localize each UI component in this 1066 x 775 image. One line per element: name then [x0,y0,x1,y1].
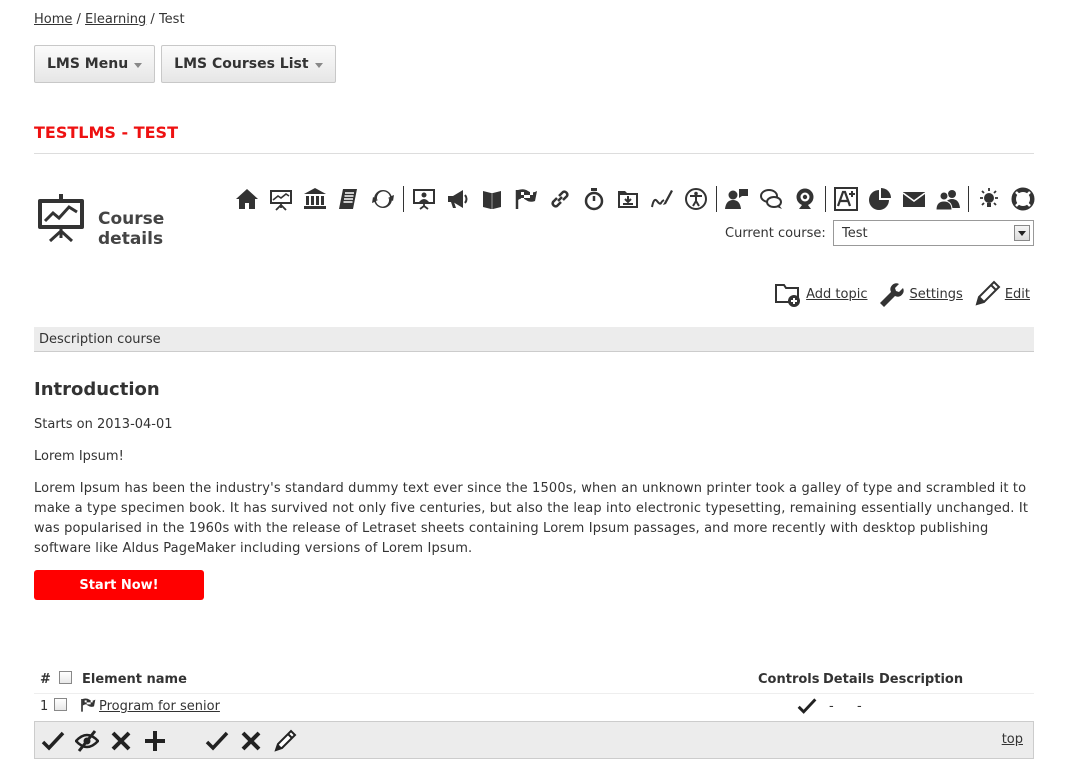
toolbar-separator [968,186,969,212]
chat-bubbles-icon[interactable] [754,184,788,214]
hide-eye-icon[interactable] [74,729,100,753]
row-details: - [829,699,834,714]
row-description: - [857,699,862,714]
title-divider [34,153,1034,154]
presentation-board-icon [36,194,86,243]
intro-description: Lorem Ipsum has been the industry's stan… [34,481,1029,556]
description-course-tab[interactable]: Description course [34,327,1034,352]
settings-action[interactable]: Settings [877,280,966,308]
lms-menu-label: LMS Menu [47,56,129,72]
add-topic-link[interactable]: Add topic [806,287,867,302]
table-header: # Element name Controls Details Descript… [34,670,1034,694]
column-number: # [40,672,51,687]
caret-down-icon [314,62,323,68]
intro-title: Introduction [34,379,160,400]
caret-down-icon [134,62,143,68]
intro-tagline: Lorem Ipsum! [34,449,124,464]
row-checkbox[interactable] [54,698,67,711]
add-topic-action[interactable]: Add topic [774,280,871,308]
presenter-icon[interactable] [407,184,441,214]
download-folder-icon[interactable] [611,184,645,214]
column-details: Details [823,672,875,687]
menu-button-row: LMS Menu LMS Courses List [34,45,336,83]
mail-icon[interactable] [897,184,931,214]
lms-menu-button[interactable]: LMS Menu [34,45,156,83]
approve-checkmark-icon[interactable] [205,729,229,753]
course-toolbar [230,184,1040,214]
description-course-label: Description course [39,331,161,347]
notes-icon[interactable] [332,184,366,214]
breadcrumb-current: Test [158,12,185,27]
checkmark-icon[interactable] [797,696,817,716]
user-chat-icon[interactable] [720,184,754,214]
breadcrumb-elearning[interactable]: Elearning [85,12,146,27]
page-title: TESTLMS - TEST [34,123,178,142]
toolbar-separator [825,186,826,212]
row-number: 1 [40,699,49,714]
add-plus-icon[interactable] [143,729,167,753]
current-course-value: Test [842,225,868,241]
column-controls: Controls [758,672,820,687]
breadcrumb-separator: / [146,12,159,27]
table-row: 1 Program for senior - - [34,695,1034,719]
course-actions: Add topic Settings Edit [774,280,1034,308]
column-description: Description [879,672,964,687]
edit-link[interactable]: Edit [1005,287,1030,302]
activate-checkmark-icon[interactable] [41,729,65,753]
breadcrumb: Home / Elearning / Test [34,12,185,27]
users-icon[interactable] [931,184,965,214]
link-icon[interactable] [543,184,577,214]
edit-action[interactable]: Edit [973,280,1034,308]
column-element-name: Element name [82,672,187,687]
refresh-icon[interactable] [366,184,400,214]
start-now-button[interactable]: Start Now! [34,570,204,600]
start-date: Starts on 2013-04-01 [34,417,173,432]
delete-x-icon[interactable] [109,729,133,753]
presentation-icon[interactable] [264,184,298,214]
webcam-icon[interactable] [788,184,822,214]
font-size-icon[interactable] [829,184,863,214]
flag-icon [80,697,96,713]
toolbar-separator [716,186,717,212]
element-name-link[interactable]: Program for senior [99,699,220,714]
current-course-label: Current course: [725,226,826,241]
wrench-icon [880,283,905,307]
signature-icon[interactable] [645,184,679,214]
toolbar-separator [403,186,404,212]
pencil-icon [975,280,1001,306]
lms-courses-list-label: LMS Courses List [174,56,309,72]
course-details-heading: Course details [98,209,165,249]
home-icon[interactable] [230,184,264,214]
books-icon[interactable] [475,184,509,214]
settings-link[interactable]: Settings [909,287,962,302]
breadcrumb-separator: / [72,12,86,27]
dropdown-arrow-icon [1014,225,1030,241]
reject-x-icon[interactable] [239,729,263,753]
pie-chart-icon[interactable] [863,184,897,214]
lifebuoy-icon[interactable] [1006,184,1040,214]
breadcrumb-home[interactable]: Home [34,12,72,27]
stopwatch-icon[interactable] [577,184,611,214]
edit-pencil-icon[interactable] [273,729,297,753]
accessibility-icon[interactable] [679,184,713,214]
institution-icon[interactable] [298,184,332,214]
add-folder-icon [775,284,801,307]
bulk-actions-bar: top [34,721,1034,759]
lightbulb-icon[interactable] [972,184,1006,214]
current-course-select[interactable]: Test [833,220,1034,246]
select-all-checkbox[interactable] [59,671,72,684]
back-to-top-link[interactable]: top [1002,732,1023,747]
flag-icon[interactable] [509,184,543,214]
lms-courses-list-button[interactable]: LMS Courses List [161,45,336,83]
megaphone-icon[interactable] [441,184,475,214]
